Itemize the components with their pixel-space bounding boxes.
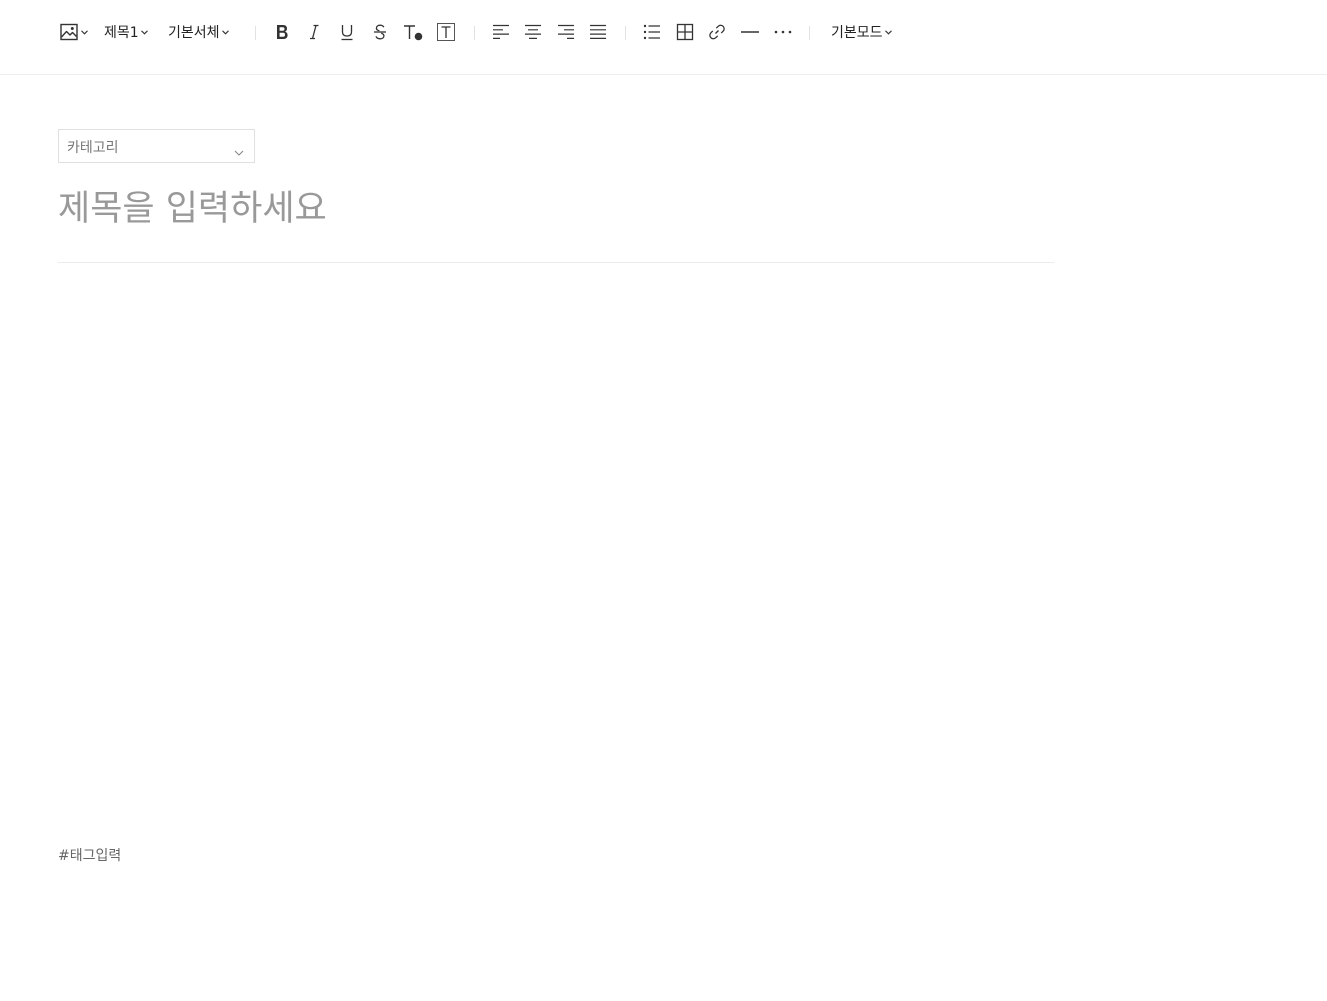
font-family-select[interactable]: 기본서체: [168, 16, 238, 48]
align-right-button[interactable]: [554, 16, 578, 48]
horizontal-rule-icon: [739, 22, 761, 42]
insert-image-button[interactable]: [56, 16, 90, 48]
horizontal-rule-button[interactable]: [737, 16, 763, 48]
font-family-select-label: 기본서체: [168, 25, 220, 41]
align-center-button[interactable]: [521, 16, 545, 48]
image-icon: [59, 22, 79, 42]
tag-input[interactable]: [58, 845, 458, 867]
link-button[interactable]: [705, 16, 729, 48]
align-right-icon: [556, 22, 576, 42]
editor-toolbar: 제목1 기본서체 기본모드: [0, 0, 1327, 75]
toolbar-divider: [625, 26, 626, 40]
underline-icon: [338, 22, 356, 42]
content-editor-area[interactable]: [58, 280, 1054, 820]
align-justify-icon: [588, 22, 608, 42]
chevron-down-icon: [80, 29, 88, 35]
toolbar-divider: [474, 26, 475, 40]
strikethrough-icon: [371, 22, 389, 42]
editor-mode-select-label: 기본모드: [831, 25, 883, 41]
text-background-button[interactable]: [434, 16, 458, 48]
align-left-button[interactable]: [489, 16, 513, 48]
chevron-down-icon: [140, 29, 148, 35]
text-color-button[interactable]: [400, 16, 426, 48]
bold-button[interactable]: [270, 16, 294, 48]
strikethrough-button[interactable]: [368, 16, 392, 48]
editor-mode-select[interactable]: 기본모드: [831, 16, 903, 48]
chevron-down-icon: [221, 29, 229, 35]
bullet-list-button[interactable]: [640, 16, 664, 48]
chevron-down-icon: [234, 142, 244, 161]
toolbar-divider: [255, 26, 256, 40]
align-left-icon: [491, 22, 511, 42]
title-divider: [58, 262, 1054, 263]
heading-select[interactable]: 제목1: [104, 16, 154, 48]
table-icon: [675, 22, 695, 42]
align-center-icon: [523, 22, 543, 42]
heading-select-label: 제목1: [104, 25, 139, 41]
text-background-icon: [436, 22, 456, 42]
category-select[interactable]: 카테고리: [58, 129, 255, 163]
italic-icon: [305, 22, 323, 42]
bold-icon: [273, 22, 291, 42]
underline-button[interactable]: [335, 16, 359, 48]
chevron-down-icon: [884, 29, 892, 35]
bullet-list-icon: [642, 22, 662, 42]
text-color-icon: [402, 22, 424, 42]
italic-button[interactable]: [302, 16, 326, 48]
more-button[interactable]: [770, 16, 796, 48]
toolbar-divider: [809, 26, 810, 40]
title-input[interactable]: [58, 182, 1054, 236]
link-icon: [707, 22, 727, 42]
align-justify-button[interactable]: [586, 16, 610, 48]
table-button[interactable]: [673, 16, 697, 48]
more-icon: [772, 22, 794, 42]
category-select-label: 카테고리: [67, 140, 119, 156]
